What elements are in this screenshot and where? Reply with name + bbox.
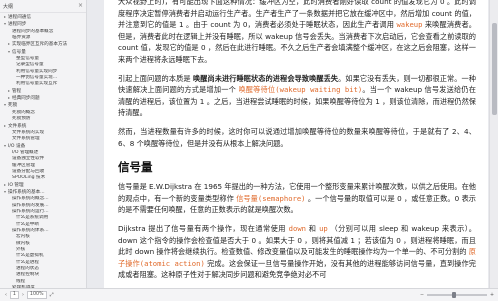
outline-sidebar: 大纲 × ▸ 进程间通信 ▾ 进程同步 进程同步的基本概念 临界资源 ▸ 实现临界区互斥的基本… <box>0 0 87 288</box>
outline-item[interactable]: ▸ 实现临界区互斥的基本方法 <box>0 41 86 48</box>
outline-item-label: 利用信号量实现同步 <box>16 68 58 74</box>
document-page: 大众视野上时)，有可能出现卞面这种情况：缓冲区为空，此时消费者刚好读取 coun… <box>104 0 488 288</box>
outline-item-label: 外核 <box>16 247 26 253</box>
paragraph-text: Dijkstra 提出了信号量有两个操作，现在通常使用 <box>118 223 289 233</box>
outline-item-label: 记录型信号量 <box>16 62 44 68</box>
page-number-field[interactable]: 1 <box>9 291 19 299</box>
outline-item[interactable]: ▾ 操作系统的基本... <box>0 189 86 196</box>
outline-item-label: 死锁预防 <box>12 116 31 122</box>
outline-item-label: 文件系统管理 <box>12 136 40 142</box>
outline-item-label: SPOOLing 技术 <box>12 175 46 181</box>
outline-item-label: I/O 设备 <box>8 143 26 149</box>
paragraph-down-up: Dijkstra 提出了信号量有两个操作，现在通常使用 down 和 up （分… <box>118 223 476 281</box>
fit-page-icon[interactable]: ⤢ <box>49 292 55 298</box>
zoom-in-icon[interactable]: + <box>490 293 494 298</box>
outline-item-label: 利用信号量实现互斥 <box>16 81 58 87</box>
zoom-slider-handle[interactable] <box>451 292 456 298</box>
outline-item-label: 宏内核 <box>16 234 30 240</box>
document-content: 大众视野上时)，有可能出现卞面这种情况：缓冲区为空，此时消费者刚好读取 coun… <box>118 0 476 281</box>
outline-item-label: 微内核 <box>16 240 30 246</box>
outline-item-label: 进程同步 <box>8 22 27 28</box>
outline-item-label: 设备分配与回收 <box>12 168 45 174</box>
outline-item-label: 死锁的概念 <box>12 109 35 115</box>
bold-emphasis: 唤醒尚未进行睡眠状态的进程会导致唤醒丢失 <box>192 73 339 83</box>
previous-page-icon[interactable]: ‹ <box>4 293 8 298</box>
close-icon[interactable]: × <box>78 3 83 9</box>
scrollbar-thumb[interactable] <box>492 23 497 115</box>
vertical-scrollbar[interactable] <box>489 0 498 288</box>
outline-item[interactable]: ▸ 文件系统 <box>0 123 86 130</box>
page-navigation: ‹ 1 › 100% ⤢ <box>4 291 54 299</box>
paragraph-text: 引起上面问题的本质是 <box>118 73 193 83</box>
outline-item[interactable]: ▾ 信号量 <box>0 49 86 56</box>
outline-item-label: 线程 <box>16 278 26 284</box>
outline-item-label: 操作系统的概念... <box>12 196 49 202</box>
zoom-slider[interactable] <box>426 292 487 298</box>
outline-item-label: 死锁 <box>8 103 18 109</box>
inline-code-semaphore: 信号量(semaphore) <box>236 193 306 203</box>
outline-item-label: 操作系统的运行... <box>12 208 49 214</box>
outline-item-label: 进程间通信 <box>8 15 31 20</box>
outline-item-label: 什么是进程 <box>16 259 39 265</box>
outline-item-label: 整型信号量 <box>16 56 39 62</box>
outline-item[interactable]: ▾ 死锁 <box>0 102 86 109</box>
outline-item-label: 文件系统的实现 <box>12 129 45 135</box>
outline-item-label: 信号量 <box>12 49 26 55</box>
zoom-controls: − + <box>420 292 494 298</box>
status-bar: ‹ 1 › 100% ⤢ − + <box>0 288 498 301</box>
zoom-field[interactable]: 100% <box>26 291 47 299</box>
outline-item-label: 设备独立性软件 <box>12 156 45 162</box>
next-page-icon[interactable]: › <box>21 293 25 298</box>
outline-item-label: 操作系统的体系... <box>12 228 49 233</box>
outline-item-label: 什么是系统调用 <box>16 215 49 221</box>
outline-item[interactable]: ▸ 进程间通信 <box>0 14 86 21</box>
outline-item-label: 实现临界区互斥的基本方法 <box>12 42 68 48</box>
paragraph-lost-wakeup: 大众视野上时)，有可能出现卞面这种情况：缓冲区为空，此时消费者刚好读取 coun… <box>118 0 476 66</box>
outline-item[interactable]: ▸ 经典同步问题 <box>0 95 86 102</box>
outline-item-label: 进程的状态 <box>16 266 39 272</box>
outline-item-label: I/O 管理概述 <box>12 149 39 155</box>
inline-code-wakeup: wakeup <box>396 20 423 30</box>
paragraph-wakeup-bit: 引起上面问题的本质是 唤醒尚未进行睡眠状态的进程会导致唤醒丢失。如果它没有丢失，… <box>118 73 476 119</box>
outline-item-label: 临界资源 <box>12 35 31 41</box>
outline-item-label: 文件系统 <box>8 123 27 129</box>
outline-item[interactable]: ▸ IO 管理 <box>0 182 86 189</box>
inline-code-up: up <box>319 223 328 233</box>
paragraph-multiple-bits: 然而，当进程数量有许多的时候，这时你可以说通过增加唤醒等待位的数量来唤醒等待位，… <box>118 126 476 148</box>
outline-item-label: 操作系统的发展... <box>12 202 49 208</box>
outline-item[interactable]: ▾ 进程同步 <box>0 21 86 28</box>
outline-item-label: IO 管理 <box>8 182 24 188</box>
outline-item-label: 什么是虚拟机 <box>16 253 44 259</box>
section-heading-semaphore: 信号量 <box>118 160 153 175</box>
outline-item-label: 缓冲区管理 <box>12 162 35 168</box>
outline-header: 大纲 × <box>0 0 86 13</box>
outline-item-label: 一种伪信号量实现... <box>16 75 58 81</box>
outline-item-label: 什么是中断 <box>16 221 39 227</box>
outline-item-label: 进程同步的基本概念 <box>12 28 54 34</box>
outline-item-label: 进程控制块 <box>16 272 39 278</box>
outline-item[interactable]: ▾ I/O 设备 <box>0 143 86 150</box>
inline-code-wakeup-waiting-bit: 唤醒等待位(wakeup waiting bit) <box>238 85 363 95</box>
outline-item[interactable]: ▸ 管程 <box>0 88 86 95</box>
outline-list: ▸ 进程间通信 ▾ 进程同步 进程同步的基本概念 临界资源 ▸ 实现临界区互斥的基本方法 ▾ 信号… <box>0 13 86 288</box>
inline-code-down: down <box>288 223 306 233</box>
paragraph-text: 和 <box>305 223 320 233</box>
outline-item-label: 操作系统的基本... <box>8 189 45 195</box>
outline-item-label: 管程 <box>12 88 22 94</box>
paragraph-semaphore-definition: 信号量是 E.W.Dijkstra 在 1965 年提出的一种方法，它使用一个整… <box>118 181 476 216</box>
outline-item-label: 经典同步问题 <box>12 96 40 102</box>
reader-window: 大纲 × ▸ 进程间通信 ▾ 进程同步 进程同步的基本概念 临界资源 ▸ 实现临界区互斥的基本… <box>0 0 498 301</box>
zoom-out-icon[interactable]: − <box>420 293 424 298</box>
outline-title: 大纲 <box>3 3 14 10</box>
